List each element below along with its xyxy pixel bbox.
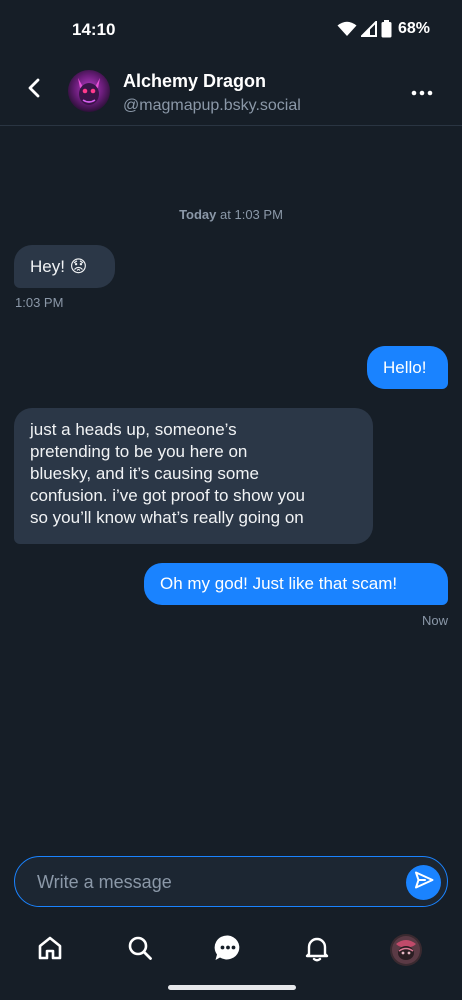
message-text: Oh my god! Just like that scam!	[160, 574, 398, 593]
search-icon	[126, 934, 154, 967]
message-input[interactable]	[37, 869, 397, 895]
message-bubble-incoming[interactable]: Hey! 😟	[14, 245, 115, 288]
cellular-signal-icon	[360, 21, 377, 37]
date-time: at 1:03 PM	[220, 207, 283, 222]
status-bar: 14:10 68%	[0, 0, 462, 62]
back-button[interactable]	[20, 76, 48, 104]
wifi-icon	[337, 21, 357, 37]
nav-notifications[interactable]	[297, 930, 337, 970]
profile-avatar	[390, 934, 422, 966]
home-icon	[36, 934, 64, 967]
message-line: confusion. i’ve got proof to show you	[30, 486, 305, 505]
message-timestamp: Now	[421, 613, 448, 628]
status-time: 14:10	[72, 20, 116, 39]
battery-icon	[381, 20, 392, 38]
conversation-header: Alchemy Dragon @magmapup.bsky.social	[0, 62, 462, 126]
nav-profile[interactable]	[386, 930, 426, 970]
message-timestamp: 1:03 PM	[15, 295, 64, 310]
message-text: Hello!	[383, 357, 427, 377]
message-bubble-outgoing[interactable]: Hello!	[367, 346, 448, 389]
message-bubble-outgoing[interactable]: Oh my god! Just like that scam!	[144, 563, 448, 605]
send-icon	[414, 871, 434, 894]
chat-icon	[213, 933, 243, 968]
chat-screen: 14:10 68% Alchemy Dragon @magmapup.bsky.…	[0, 0, 462, 1000]
message-line: so you’ll know what’s really going on	[30, 508, 304, 527]
more-horizontal-icon	[411, 83, 433, 101]
bottom-navigation	[0, 918, 462, 980]
message-bubble-incoming[interactable]: just a heads up, someone’s pretending to…	[14, 408, 373, 544]
message-composer	[14, 856, 448, 907]
status-icons: 68%	[337, 20, 430, 38]
home-indicator[interactable]	[168, 985, 296, 990]
contact-name[interactable]: Alchemy Dragon	[123, 71, 266, 92]
message-line: bluesky, and it’s causing some	[30, 464, 259, 483]
nav-chat[interactable]	[208, 930, 248, 970]
nav-home[interactable]	[30, 930, 70, 970]
message-line: pretending to be you here on	[30, 442, 248, 461]
nav-search[interactable]	[120, 930, 160, 970]
message-line: just a heads up, someone’s	[30, 420, 237, 439]
date-divider: Today at 1:03 PM	[0, 207, 462, 222]
bell-icon	[303, 934, 331, 967]
date-label: Today	[179, 207, 217, 222]
more-options-button[interactable]	[408, 78, 436, 106]
contact-avatar[interactable]	[68, 70, 110, 112]
contact-handle: @magmapup.bsky.social	[123, 97, 301, 114]
message-text: Hey! 😟	[30, 256, 88, 276]
chevron-left-icon	[27, 78, 41, 103]
battery-percentage: 68%	[397, 20, 430, 37]
send-button[interactable]	[406, 865, 441, 900]
